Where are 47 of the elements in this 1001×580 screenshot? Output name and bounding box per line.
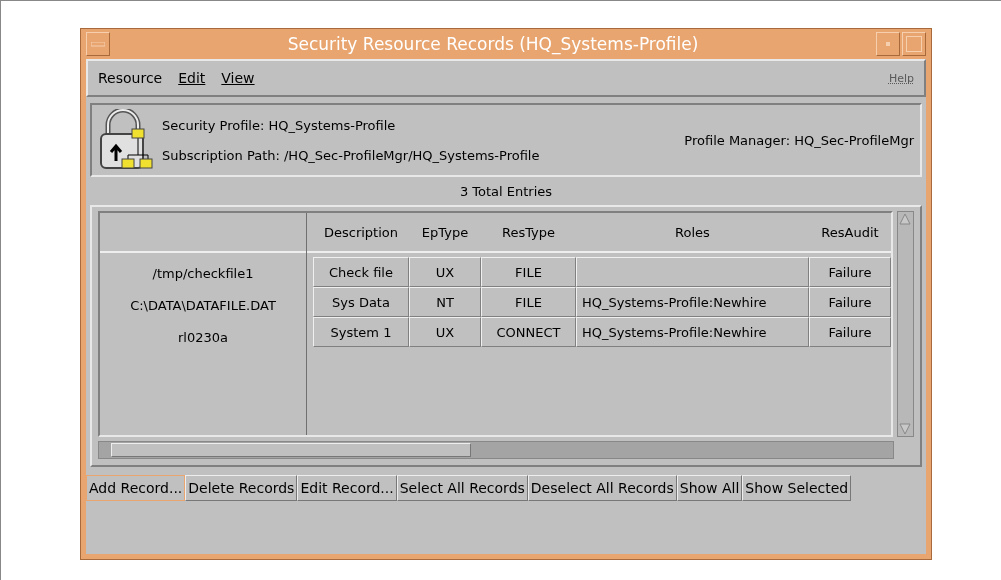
resource-name[interactable]: /tmp/checkfile1: [100, 257, 306, 289]
table-cell: CONNECT: [481, 317, 576, 347]
resource-name[interactable]: C:\DATA\DATAFILE.DAT: [100, 289, 306, 321]
action-button[interactable]: Show All: [676, 475, 743, 501]
table-cell: System 1: [313, 317, 409, 347]
scroll-up-icon[interactable]: [898, 212, 912, 226]
bar-icon: [91, 41, 105, 47]
table-cell: NT: [409, 287, 481, 317]
menu-item[interactable]: View: [221, 70, 255, 86]
window-title: Security Resource Records (HQ_Systems-Profile): [286, 34, 700, 54]
action-button[interactable]: Deselect All Records: [527, 475, 677, 501]
subscription-path-label: Subscription Path: /HQ_Sec-ProfileMgr/HQ_Systems-Profile: [162, 147, 540, 163]
total-entries-label: 3 Total Entries: [458, 183, 554, 201]
action-button[interactable]: Edit Record...: [297, 475, 397, 501]
maximize-button[interactable]: [902, 32, 926, 56]
horizontal-scrollbar[interactable]: [98, 441, 894, 459]
table-cell: HQ_Systems-Profile:Newhire: [576, 287, 809, 317]
table-cell: HQ_Systems-Profile:Newhire: [576, 317, 809, 347]
security-profile-label: Security Profile: HQ_Systems-Profile: [162, 117, 397, 133]
minimize-button[interactable]: [876, 32, 900, 56]
action-button[interactable]: Show Selected: [742, 475, 852, 501]
column-header[interactable]: ResType: [501, 224, 556, 240]
menu-item[interactable]: Edit: [178, 70, 206, 86]
column-header[interactable]: Roles: [675, 224, 710, 240]
action-button[interactable]: Select All Records: [396, 475, 528, 501]
resource-name[interactable]: rl0230a: [100, 321, 306, 353]
window-menu-button[interactable]: [86, 32, 110, 56]
square-icon: [906, 36, 922, 52]
table-cell: Failure: [809, 317, 891, 347]
table-cell: UX: [409, 317, 481, 347]
column-header[interactable]: Description: [323, 224, 398, 240]
lock-network-icon: [98, 109, 154, 171]
table-cell: Sys Data: [313, 287, 409, 317]
action-button[interactable]: Add Record...: [86, 475, 186, 501]
vertical-scrollbar[interactable]: [897, 211, 914, 437]
profile-manager-label: Profile Manager: HQ_Sec-ProfileMgr: [684, 132, 914, 148]
column-header[interactable]: EpType: [421, 224, 469, 240]
table-cell: Failure: [809, 257, 891, 287]
scroll-down-icon[interactable]: [898, 422, 912, 436]
table-cell: Failure: [809, 287, 891, 317]
action-button[interactable]: Delete Records: [185, 475, 298, 501]
table-cell: FILE: [481, 287, 576, 317]
column-header[interactable]: ResAudit: [821, 224, 879, 240]
table-cell: UX: [409, 257, 481, 287]
table-cell: Check file: [313, 257, 409, 287]
menu-item[interactable]: Resource: [98, 70, 163, 86]
table-cell: FILE: [481, 257, 576, 287]
